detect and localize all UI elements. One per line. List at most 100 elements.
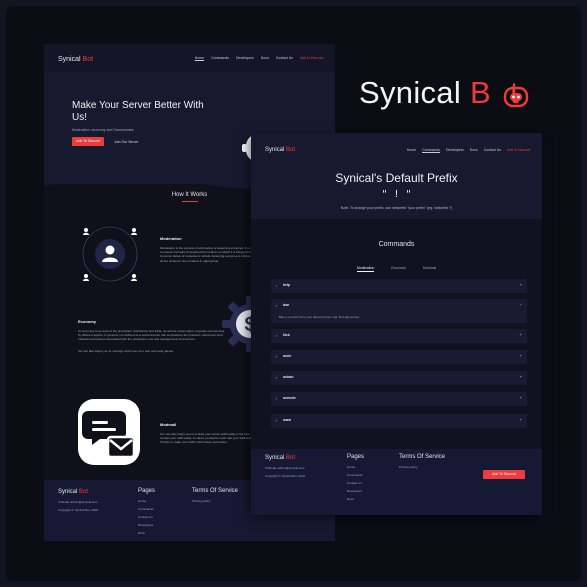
moderation-title: Moderation [160, 236, 182, 241]
mail-icon [106, 435, 136, 459]
brand-name: Synical [58, 56, 81, 63]
chevron-right-icon: › [276, 302, 278, 308]
footer-logo[interactable]: Synical Bot [265, 455, 295, 461]
tab-economy[interactable]: Economy [391, 266, 406, 270]
brand-name: Synical [265, 147, 285, 153]
footer-page-commands[interactable]: Commands [138, 507, 153, 511]
modmail-title: Modmail [160, 422, 177, 427]
brand-accent: Bot [79, 489, 89, 495]
nav-home[interactable]: Home [407, 148, 416, 152]
minus-icon: − [519, 302, 522, 307]
home-navbar: Synical Bot Home Commands Developers Doc… [44, 44, 335, 74]
footer-pages-title: Pages [347, 454, 365, 460]
home-logo[interactable]: Synical Bot [58, 56, 93, 63]
footer-page-docs[interactable]: Docs [347, 497, 354, 501]
footer-terms-title: Terms Of Service [192, 488, 239, 494]
command-unmute[interactable]: › unmute + [271, 392, 527, 406]
footer-page-developers[interactable]: Developers [138, 523, 153, 527]
commands-nav-links: Home Commands Developers Docs Contact Us… [407, 148, 530, 152]
prefix-value: " ! " [381, 189, 412, 200]
brand-name: Synical [265, 455, 285, 461]
nav-add-discord[interactable]: Add to Discord [300, 56, 323, 60]
footer-privacy[interactable]: Privacy policy [399, 465, 417, 469]
chat-bubble-icon [78, 399, 140, 465]
footer-page-docs[interactable]: Docs [138, 531, 145, 535]
command-name: help [283, 283, 291, 287]
brand-accent: Bot [286, 147, 296, 153]
nav-docs[interactable]: Docs [470, 148, 478, 152]
command-name: kick [283, 333, 290, 337]
command-name: mute [283, 354, 292, 358]
commands-header: Synical Bot Home Commands Developers Doc… [251, 133, 542, 219]
footer-page-home[interactable]: Home [347, 465, 355, 469]
economy-title: Economy [78, 319, 97, 324]
command-description: Ban a member from your discord server. E… [279, 315, 360, 319]
plus-icon: + [519, 395, 522, 400]
footer-page-contact[interactable]: Contact Us [138, 515, 153, 519]
plus-icon: + [519, 374, 522, 379]
commands-tabs: Moderation Economy Modmail [251, 266, 542, 272]
nav-developers[interactable]: Developers [236, 56, 254, 60]
command-name: warn [283, 418, 292, 422]
robot-icon [503, 86, 529, 108]
commands-title: Commands [378, 241, 415, 248]
command-name: unban [283, 375, 294, 379]
plus-icon: + [519, 332, 522, 337]
brand-name: Synical [58, 489, 78, 495]
chevron-right-icon: › [276, 332, 278, 338]
nav-docs[interactable]: Docs [261, 56, 269, 60]
nav-commands[interactable]: Commands [211, 56, 229, 60]
economy-extra: Our bot also helps you to manage which u… [78, 349, 174, 353]
footer-terms-title: Terms Of Service [399, 454, 446, 460]
command-kick[interactable]: › kick + [271, 329, 527, 343]
showcase-title-main: Synical [359, 75, 462, 110]
nav-contact[interactable]: Contact Us [484, 148, 501, 152]
hero-join-button[interactable]: Join Our Server [114, 140, 139, 144]
moderation-diagram [82, 226, 138, 282]
brand-accent: Bot [82, 56, 94, 63]
moderation-text: Moderation is the process of eliminating… [160, 246, 259, 263]
home-nav-links: Home Commands Developers Docs Contact Us… [195, 56, 323, 60]
nav-add-discord[interactable]: Add to Discord [507, 148, 530, 152]
command-help[interactable]: › help + [271, 279, 527, 293]
command-ban[interactable]: › ban − Ban a member from your discord s… [271, 299, 527, 323]
how-underline [182, 201, 198, 202]
footer-page-commands[interactable]: Commands [347, 473, 362, 477]
tab-modmail[interactable]: Modmail [423, 266, 436, 270]
command-unban[interactable]: › unban + [271, 371, 527, 385]
footer-privacy[interactable]: Privacy policy [192, 499, 210, 503]
showcase-title: Synical Bt [359, 75, 519, 111]
chevron-right-icon: › [276, 282, 278, 288]
command-warn[interactable]: › warn + [271, 414, 527, 428]
footer-add-button[interactable]: Add To Discord [483, 470, 525, 479]
footer-copyright: Copyright © Synical Bot, 2022 [58, 508, 99, 512]
command-mute[interactable]: › mute + [271, 350, 527, 364]
footer-logo[interactable]: Synical Bot [58, 489, 88, 495]
plus-icon: + [519, 282, 522, 287]
hero-subtitle: Moderation, economy and Gamemodes [72, 128, 134, 132]
footer-page-home[interactable]: Home [138, 499, 146, 503]
footer-page-developers[interactable]: Developers [347, 489, 362, 493]
footer-email-text: Email: admin@synical.com [61, 500, 98, 504]
chevron-right-icon: › [276, 417, 278, 423]
footer-email[interactable]: ✉ Email: admin@synical.com [58, 500, 97, 504]
command-name: unmute [283, 396, 296, 400]
footer-copyright: Copyright © Synical Bot, 2022 [265, 474, 306, 478]
tab-moderation[interactable]: Moderation [356, 266, 375, 272]
nav-commands[interactable]: Commands [422, 148, 440, 152]
footer-email[interactable]: ✉ Email: admin@synical.com [265, 466, 304, 470]
showcase-title-accent: B [469, 75, 491, 110]
economy-text: An economy is an area of the production,… [78, 329, 225, 342]
nav-home[interactable]: Home [195, 56, 204, 60]
plus-icon: + [519, 417, 522, 422]
command-name: ban [283, 303, 290, 307]
showcase-frame: Synical Bot Home Commands Developers Doc… [6, 6, 581, 581]
footer-page-contact[interactable]: Contact Us [347, 481, 362, 485]
hero-add-button[interactable]: Add To Discord [72, 137, 104, 146]
nav-contact[interactable]: Contact Us [276, 56, 293, 60]
brand-accent: Bot [286, 455, 296, 461]
chevron-right-icon: › [276, 353, 278, 359]
commands-logo[interactable]: Synical Bot [265, 147, 295, 153]
nav-developers[interactable]: Developers [446, 148, 464, 152]
hero-title: Make Your Server Better With Us! [72, 100, 204, 123]
